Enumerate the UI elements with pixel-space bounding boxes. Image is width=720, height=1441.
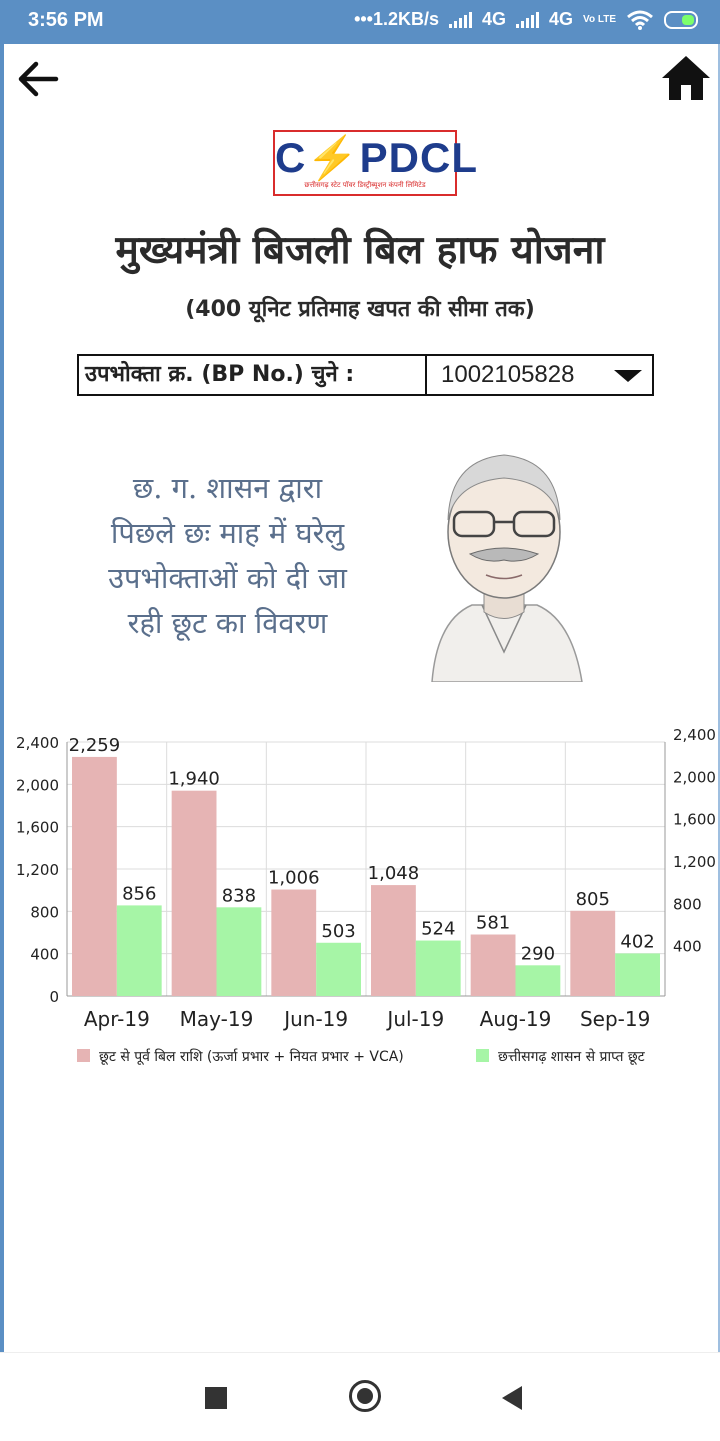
bill-chart: 0 400 800 1,200 1,600 2,000 2,400 400 800 1,200 1,… — [16, 726, 716, 1065]
y-tick-right: 1,200 — [673, 853, 716, 871]
bar-bill-amount — [470, 934, 516, 996]
y-tick-right: 2,000 — [673, 768, 716, 786]
y-tick-left: 2,000 — [16, 776, 59, 794]
data-label: 290 — [521, 943, 555, 964]
data-label: 2,259 — [69, 735, 121, 756]
bp-label: उपभोक्ता क्र. (BP No.) चुने : — [79, 356, 427, 394]
legend-swatch — [476, 1049, 489, 1062]
dropdown-caret-icon — [614, 370, 642, 382]
bp-selector: उपभोक्ता क्र. (BP No.) चुने : 1002105828 — [77, 354, 654, 396]
data-label: 402 — [620, 931, 654, 952]
y-tick-left: 2,400 — [16, 734, 59, 752]
network-speed: •••1.2KB/s — [354, 9, 439, 29]
scheme-line: रही छूट का विवरण — [127, 606, 328, 640]
bar-subsidy — [615, 953, 660, 996]
scheme-line: छ. ग. शासन द्वारा — [132, 471, 323, 505]
x-tick-label: Sep-19 — [580, 1007, 650, 1031]
home-button[interactable] — [660, 52, 712, 104]
back-nav-button[interactable] — [502, 1386, 522, 1410]
page-title: मुख्यमंत्री बिजली बिल हाफ योजना — [115, 228, 605, 273]
bar-subsidy — [316, 942, 361, 996]
logo-subtitle: छत्तीसगढ़ स्टेट पॉवर डिस्ट्रीब्यूशन कंपन… — [304, 181, 426, 189]
data-label: 524 — [421, 919, 455, 940]
x-tick-label: Apr-19 — [84, 1007, 150, 1031]
status-indicators: •••1.2KB/s 4G 4G Vo LTE — [354, 9, 698, 30]
bar-bill-amount — [371, 885, 416, 996]
cspdcl-logo: C⚡PDCL छत्तीसगढ़ स्टेट पॉवर डिस्ट्रीब्यू… — [273, 130, 478, 196]
x-tick-label: Aug-19 — [480, 1007, 552, 1031]
x-tick-label: May-19 — [180, 1007, 254, 1031]
y-tick-left: 0 — [49, 988, 59, 1006]
volte-icon: Vo LTE — [583, 13, 616, 25]
data-label: 1,940 — [168, 769, 220, 790]
wifi-icon — [627, 10, 653, 30]
legend-label: छत्तीसगढ़ शासन से प्राप्त छूट — [498, 1048, 646, 1065]
arrow-left-icon — [18, 61, 59, 97]
y-tick-left: 800 — [30, 903, 59, 921]
bar-subsidy — [415, 940, 461, 996]
bar-bill-amount — [570, 910, 616, 996]
status-bar: 3:56 PM •••1.2KB/s 4G 4G Vo LTE — [0, 0, 720, 44]
lightning-icon: ⚡ — [306, 134, 360, 181]
scheme-description: छ. ग. शासन द्वारा पिछले छः माह में घरेलु… — [85, 466, 370, 646]
y-tick-left: 400 — [30, 946, 59, 964]
y-tick-right: 800 — [673, 895, 702, 913]
bar-subsidy — [216, 907, 262, 996]
signal-icon — [449, 11, 472, 28]
home-nav-button[interactable] — [349, 1380, 381, 1412]
data-label: 838 — [222, 885, 256, 906]
data-label: 1,006 — [268, 868, 320, 889]
screen-frame — [0, 0, 720, 1440]
network-type-1: 4G — [482, 9, 507, 29]
network-type-2: 4G — [549, 9, 574, 29]
y-tick-left: 1,600 — [16, 819, 59, 837]
data-label: 1,048 — [368, 863, 420, 884]
chief-minister-portrait — [412, 420, 597, 682]
back-button[interactable] — [14, 55, 62, 103]
x-tick-label: Jul-19 — [385, 1007, 444, 1031]
data-label: 581 — [476, 913, 510, 934]
legend-label: छूट से पूर्व बिल राशि (ऊर्जा प्रभार + नि… — [99, 1048, 404, 1065]
scheme-line: पिछले छः माह में घरेलु — [110, 516, 345, 550]
page-subtitle: (400 यूनिट प्रतिमाह खपत की सीमा तक) — [185, 297, 535, 322]
scheme-line: उपभोक्ताओं को दी जा — [108, 561, 347, 595]
home-icon — [662, 56, 710, 100]
data-label: 805 — [576, 889, 610, 910]
status-time: 3:56 PM — [28, 9, 104, 31]
x-tick-label: Jun-19 — [282, 1007, 348, 1031]
bar-bill-amount — [72, 756, 117, 996]
recent-apps-button[interactable] — [205, 1387, 227, 1409]
logo-text: C⚡PDCL — [275, 134, 478, 181]
legend-swatch — [77, 1049, 90, 1062]
y-tick-right: 1,600 — [673, 811, 716, 829]
signal-icon — [516, 11, 540, 28]
data-label: 503 — [321, 921, 355, 942]
android-nav-bar — [0, 1352, 720, 1441]
bar-bill-amount — [271, 889, 317, 996]
bp-dropdown[interactable]: 1002105828 — [427, 356, 652, 394]
bar-subsidy — [116, 905, 162, 996]
y-tick-right: 400 — [673, 938, 702, 956]
y-tick-left: 1,200 — [16, 861, 59, 879]
data-label: 856 — [122, 883, 156, 904]
bp-selected-value: 1002105828 — [441, 361, 575, 388]
bar-bill-amount — [171, 790, 217, 996]
bar-subsidy — [515, 965, 561, 996]
battery-icon — [664, 10, 698, 29]
y-tick-right: 2,400 — [673, 726, 716, 744]
